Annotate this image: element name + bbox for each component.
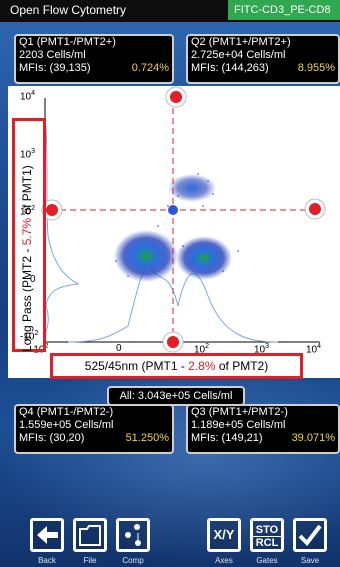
x-axis-label-suffix: of PMT2) (215, 359, 269, 373)
store-icon: STO (255, 524, 279, 536)
back-button[interactable] (30, 518, 64, 552)
quadrant-percent: 0.724% (131, 62, 169, 74)
y-axis-label-percent: 5.7% (20, 217, 34, 246)
axes-button[interactable]: X/Y (207, 518, 241, 552)
quadrant-name: Q4 (PMT1-/PMT2-) (19, 406, 114, 418)
quadrant-q2-box[interactable]: Q2 (PMT1+/PMT2+) 2.725e+04 Cells/ml MFIs… (186, 34, 340, 84)
quadrant-cells: 2203 Cells/ml (19, 49, 86, 61)
y-axis-label: Long Pass (PMT2 - 5.7% of PMT1) (20, 165, 34, 352)
quadrant-name: Q1 (PMT1-/PMT2+) (19, 36, 116, 48)
y-tick-label: 104 (20, 90, 36, 103)
dataset-label[interactable]: FITC-CD3_PE-CD8 (228, 0, 340, 20)
quadrant-q3-box[interactable]: Q3 (PMT1+/PMT2-) 1.189e+05 Cells/ml MFIs… (186, 404, 340, 454)
x-tick-label: 104 (306, 343, 322, 356)
title-bar: Open Flow Cytometry FITC-CD3_PE-CD8 (0, 0, 340, 22)
axes-label: Axes (215, 556, 233, 565)
gate-right-handle[interactable] (304, 198, 326, 220)
comp-label: Comp (122, 556, 144, 565)
file-label: File (83, 556, 97, 565)
back-arrow-icon (37, 526, 58, 544)
save-button[interactable] (293, 518, 327, 552)
quadrant-name: Q3 (PMT1+/PMT2-) (191, 406, 288, 418)
scatter-plot-area[interactable] (8, 86, 340, 378)
cell-population-q2 (168, 174, 216, 202)
file-button[interactable] (73, 518, 107, 552)
y-histogram-curve (44, 125, 80, 337)
quadrant-cells: 1.189e+05 Cells/ml (191, 419, 286, 431)
gate-bottom-handle[interactable] (162, 331, 184, 353)
quadrant-percent: 39.071% (291, 432, 335, 444)
axes-icon: X/Y (213, 527, 235, 542)
y-axis-label-prefix: Long Pass (PMT2 - (20, 245, 34, 352)
save-label: Save (300, 556, 320, 565)
folder-icon (79, 525, 101, 546)
x-axis-label-box[interactable]: 525/45nm (PMT1 - 2.8% of PMT2) (50, 353, 303, 379)
quadrant-mfi: MFIs: (30,20) (19, 432, 85, 444)
all-cells-summary: All: 3.043e+05 Cells/ml (107, 386, 245, 406)
quadrant-percent: 51.250% (125, 432, 169, 444)
gate-top-handle[interactable] (165, 86, 187, 108)
quadrant-mfi: MFIs: (144,263) (191, 62, 269, 74)
comp-button[interactable] (116, 518, 150, 552)
gate-center-handle[interactable] (168, 205, 178, 215)
gates-label: Gates (256, 556, 278, 565)
quadrant-q1-box[interactable]: Q1 (PMT1-/PMT2+) 2203 Cells/ml MFIs: (39… (14, 34, 174, 84)
scatter-plot-svg (41, 86, 326, 353)
x-axis-label-prefix: 525/45nm (PMT1 - (84, 359, 189, 373)
quadrant-mfi: MFIs: (39,135) (19, 62, 91, 74)
gates-button[interactable]: STO RCL (250, 518, 284, 552)
compensation-icon (125, 524, 141, 546)
y-axis-label-suffix: of PMT1) (20, 165, 34, 218)
cell-population-q4 (114, 230, 178, 282)
cell-population-q3 (176, 236, 232, 280)
checkmark-icon (298, 524, 322, 547)
quadrant-cells: 1.559e+05 Cells/ml (19, 419, 114, 431)
quadrant-name: Q2 (PMT1+/PMT2+) (191, 36, 291, 48)
x-axis-label-percent: 2.8% (188, 359, 216, 373)
quadrant-q4-box[interactable]: Q4 (PMT1-/PMT2-) 1.559e+05 Cells/ml MFIs… (14, 404, 174, 454)
quadrant-mfi: MFIs: (149,21) (191, 432, 263, 444)
quadrant-cells: 2.725e+04 Cells/ml (191, 49, 286, 61)
back-label: Back (38, 556, 56, 565)
app-title: Open Flow Cytometry (10, 3, 127, 17)
quadrant-percent: 8.955% (297, 62, 335, 74)
recall-icon: RCL (253, 536, 281, 549)
